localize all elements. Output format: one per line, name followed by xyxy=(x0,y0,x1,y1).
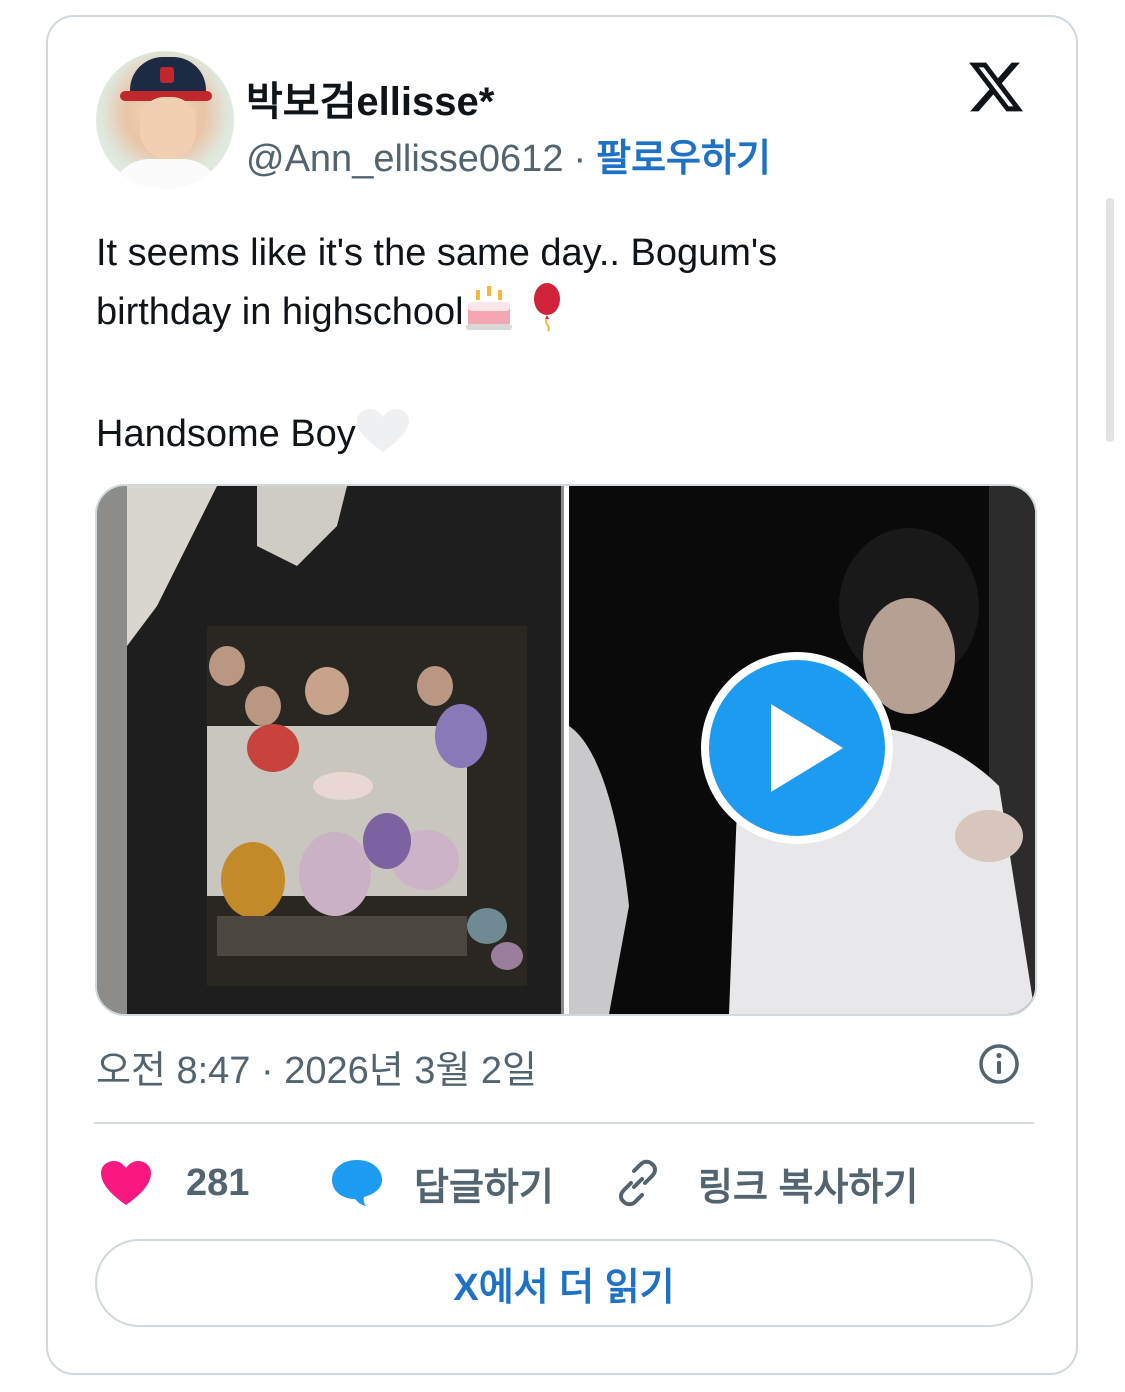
divider xyxy=(94,1122,1034,1124)
speech-bubble-icon xyxy=(332,1160,382,1206)
read-more-on-x-button[interactable]: X에서 더 읽기 xyxy=(95,1239,1033,1327)
like-count: 281 xyxy=(186,1161,250,1204)
birthday-cake-icon xyxy=(464,284,514,349)
reply-label: 답글하기 xyxy=(414,1166,554,1209)
play-icon[interactable] xyxy=(697,648,897,848)
tweet-line-with-emoji: Handsome Boy xyxy=(96,406,1036,471)
author-handle-row: @Ann_ellisse0612 · 팔로우하기 xyxy=(246,127,771,182)
scrollbar[interactable] xyxy=(1106,198,1114,442)
reply-button[interactable]: 답글하기 xyxy=(330,1157,554,1209)
author-display-name[interactable]: 박보검ellisse* xyxy=(246,69,494,127)
tweet-line: birthday in highschool xyxy=(96,291,464,333)
tweet-embed-card: 박보검ellisse* @Ann_ellisse0612 · 팔로우하기 It se… xyxy=(46,15,1078,1375)
like-button[interactable]: 281 xyxy=(100,1157,249,1209)
photo-thumbnail[interactable] xyxy=(97,486,564,1014)
white-heart-icon xyxy=(356,408,410,471)
author-handle[interactable]: @Ann_ellisse0612 xyxy=(246,138,563,180)
avatar[interactable] xyxy=(96,51,234,189)
red-balloon-icon xyxy=(530,282,564,349)
info-icon[interactable] xyxy=(978,1043,1020,1085)
tweet-line-with-emoji: birthday in highschool xyxy=(96,282,1036,349)
link-icon xyxy=(619,1159,657,1207)
x-logo-icon[interactable] xyxy=(964,57,1028,117)
copy-link-button[interactable]: 링크 복사하기 xyxy=(612,1157,918,1209)
heart-icon xyxy=(101,1161,151,1205)
media-grid xyxy=(95,484,1037,1016)
tweet-text: It seems like it's the same day.. Bogum'… xyxy=(96,225,1036,471)
copy-link-label: 링크 복사하기 xyxy=(698,1166,919,1209)
tweet-line: Handsome Boy xyxy=(96,413,356,455)
tweet-line: It seems like it's the same day.. Bogum'… xyxy=(96,232,778,274)
tweet-timestamp[interactable]: 오전 8:47 · 2026년 3월 2일 xyxy=(96,1039,537,1094)
separator-dot: · xyxy=(573,138,587,180)
follow-link[interactable]: 팔로우하기 xyxy=(596,138,771,180)
